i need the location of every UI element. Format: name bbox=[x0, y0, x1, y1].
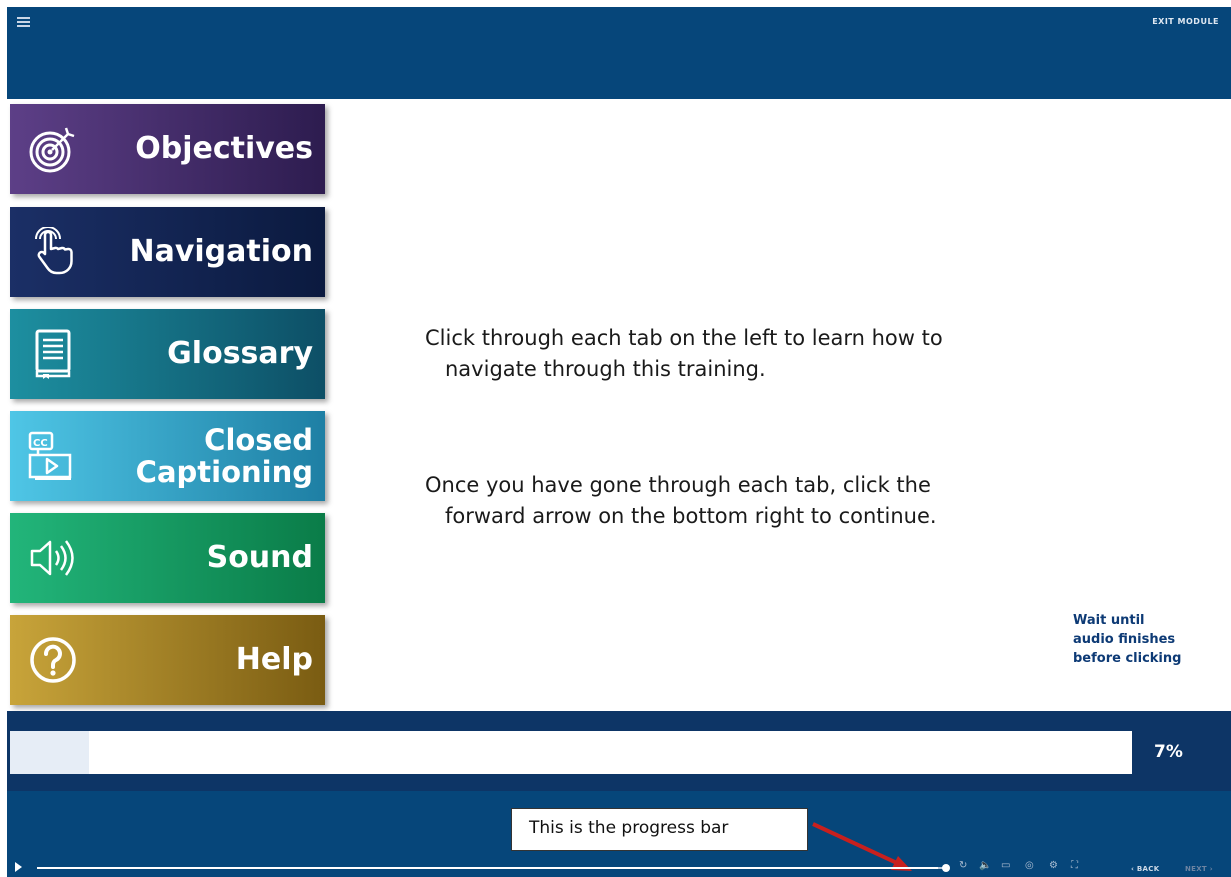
instruction-text-1: Click through each tab on the left to le… bbox=[425, 323, 943, 385]
hamburger-menu-icon[interactable] bbox=[17, 17, 30, 27]
settings-gear-icon[interactable]: ⚙ bbox=[1049, 860, 1058, 872]
closed-caption-video-icon: CC bbox=[24, 427, 82, 485]
slide-content: Objectives Navigation Glossary CC Closed… bbox=[7, 99, 1231, 717]
play-button[interactable] bbox=[15, 862, 22, 872]
instruction-line: Click through each tab on the left to le… bbox=[425, 326, 943, 350]
course-player: EXIT MODULE Objectives Navigation Glossa… bbox=[7, 7, 1231, 877]
wait-notice-line: audio finishes bbox=[1073, 632, 1176, 647]
tab-closed-captioning[interactable]: CC Closed Captioning bbox=[10, 411, 325, 501]
svg-text:CC: CC bbox=[33, 438, 48, 449]
wait-notice-line: Wait until bbox=[1073, 613, 1145, 628]
top-bar: EXIT MODULE bbox=[7, 7, 1231, 99]
tab-label: Sound bbox=[206, 540, 313, 575]
tab-label: Glossary bbox=[167, 336, 313, 371]
captions-icon[interactable]: ▭ bbox=[1001, 860, 1010, 872]
tab-label-line2: Captioning bbox=[135, 455, 313, 489]
instruction-line: navigate through this training. bbox=[445, 357, 766, 381]
instruction-text-2: Once you have gone through each tab, cli… bbox=[425, 470, 937, 532]
tab-label: Objectives bbox=[135, 131, 313, 166]
next-button[interactable]: NEXT › bbox=[1185, 863, 1213, 875]
tab-navigation[interactable]: Navigation bbox=[10, 207, 325, 297]
tab-sound[interactable]: Sound bbox=[10, 513, 325, 603]
hand-pointer-icon bbox=[24, 223, 82, 281]
callout-arrow bbox=[812, 822, 912, 871]
exit-module-button[interactable]: EXIT MODULE bbox=[1152, 17, 1219, 26]
volume-icon[interactable]: 🔈 bbox=[979, 860, 991, 872]
back-button[interactable]: ‹ BACK bbox=[1131, 863, 1159, 875]
tab-label: Navigation bbox=[129, 234, 313, 269]
replay-icon[interactable]: ↻ bbox=[959, 860, 967, 872]
tab-label: Help bbox=[235, 642, 313, 677]
fullscreen-icon[interactable]: ⛶ bbox=[1071, 860, 1078, 872]
speaker-icon bbox=[24, 529, 82, 587]
seek-bar-fill bbox=[37, 867, 938, 869]
progress-section: 7% This is the progress bar ↻ 🔈 ▭ ◎ ⚙ ⛶ … bbox=[7, 711, 1231, 877]
playback-rate-icon[interactable]: ◎ bbox=[1025, 860, 1034, 872]
instruction-line: Once you have gone through each tab, cli… bbox=[425, 473, 931, 497]
tab-label: Closed Captioning bbox=[82, 424, 325, 488]
target-icon bbox=[24, 120, 82, 178]
wait-notice: Wait until audio finishes before clickin… bbox=[1073, 611, 1213, 668]
book-icon bbox=[24, 325, 82, 383]
tab-label-line1: Closed bbox=[204, 423, 313, 457]
playback-controls: ↻ 🔈 ▭ ◎ ⚙ ⛶ ‹ BACK NEXT › bbox=[7, 854, 1231, 877]
instruction-line: forward arrow on the bottom right to con… bbox=[445, 504, 937, 528]
wait-notice-line: before clicking bbox=[1073, 651, 1182, 666]
tab-objectives[interactable]: Objectives bbox=[10, 104, 325, 194]
seek-bar[interactable] bbox=[37, 867, 947, 869]
tab-help[interactable]: Help bbox=[10, 615, 325, 705]
question-circle-icon bbox=[24, 631, 82, 689]
seek-handle[interactable] bbox=[942, 864, 950, 872]
tab-glossary[interactable]: Glossary bbox=[10, 309, 325, 399]
